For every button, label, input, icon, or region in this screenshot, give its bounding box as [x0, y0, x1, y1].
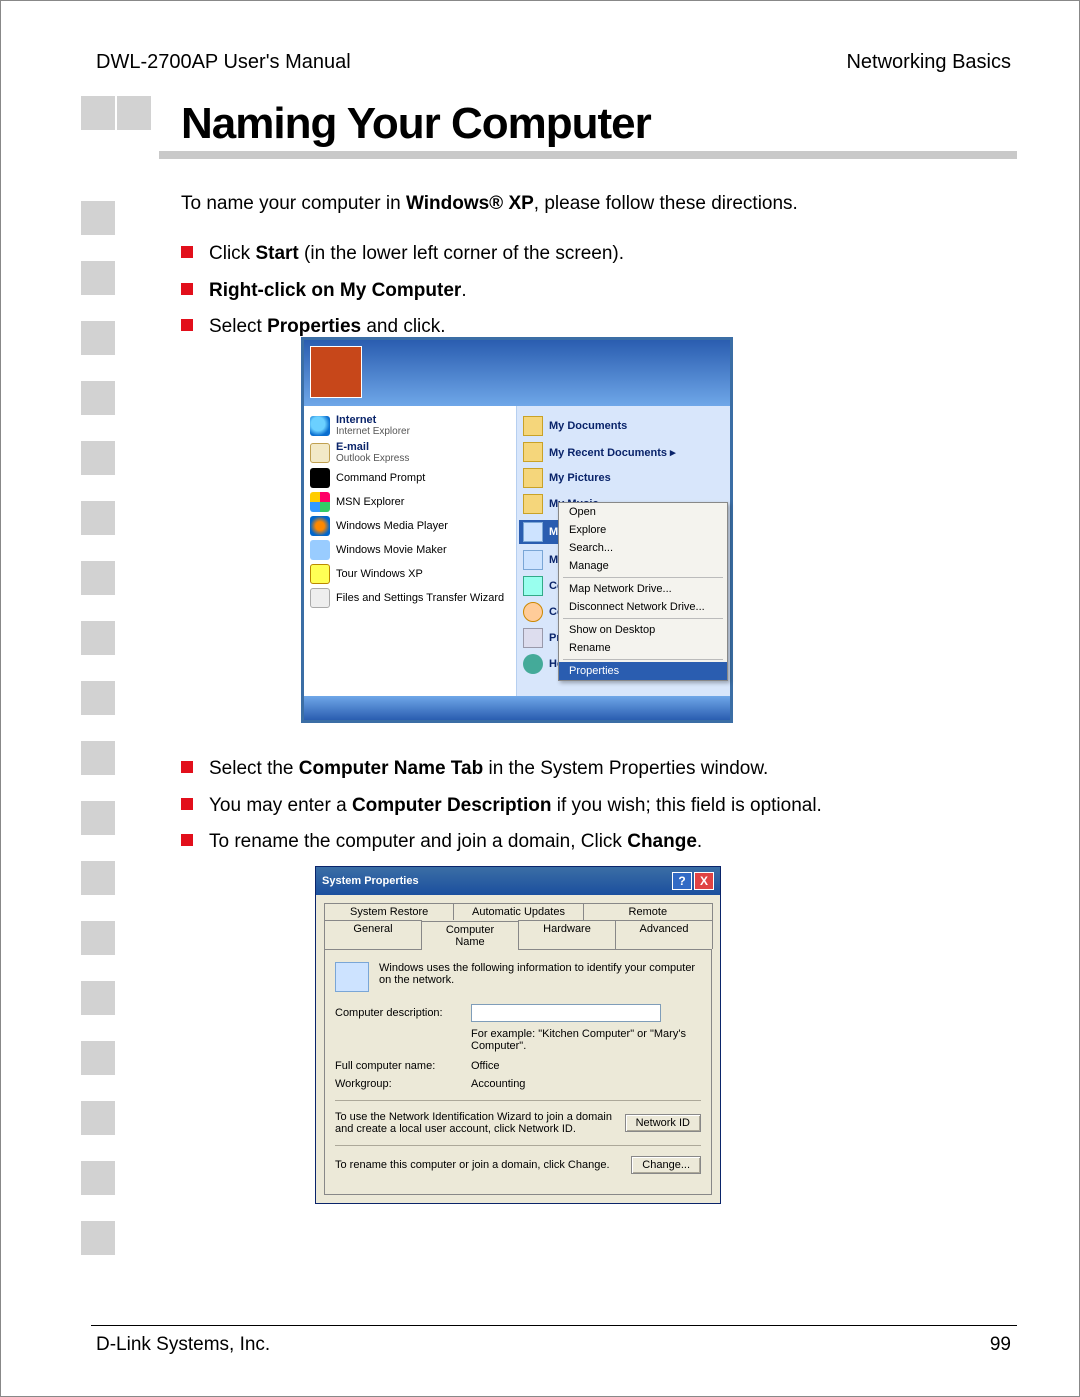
list-item: Select the Computer Name Tab in the Syst… — [181, 756, 822, 783]
context-menu: OpenExploreSearch...Manage Map Network Dr… — [558, 502, 728, 681]
instruction-list-2: Select the Computer Name Tab in the Syst… — [181, 746, 822, 866]
app-icon — [310, 443, 330, 463]
folder-icon — [523, 442, 543, 462]
window-title: System Properties — [322, 875, 419, 887]
change-button[interactable]: Change... — [631, 1156, 701, 1174]
start-menu-item[interactable]: Command Prompt — [310, 468, 510, 488]
list-item: Right-click on My Computer. — [181, 278, 624, 305]
close-button[interactable]: X — [694, 872, 714, 890]
start-menu-item[interactable]: MSN Explorer — [310, 492, 510, 512]
intro-text: To name your computer in Windows® XP, pl… — [181, 193, 798, 215]
tab[interactable]: Remote — [583, 903, 713, 920]
fullname-value: Office — [471, 1060, 500, 1072]
system-properties-figure: System Properties ? X System RestoreAuto… — [315, 866, 721, 1204]
folder-icon — [523, 522, 543, 542]
titlebar: System Properties ? X — [316, 867, 720, 895]
context-menu-item[interactable]: Disconnect Network Drive... — [559, 598, 727, 616]
description-label: Computer description: — [335, 1007, 463, 1019]
start-menu-item[interactable]: My Pictures — [523, 468, 724, 488]
tab[interactable]: General — [324, 920, 422, 949]
header-left: DWL-2700AP User's Manual — [96, 51, 351, 74]
folder-icon — [523, 468, 543, 488]
change-text: To rename this computer or join a domain… — [335, 1159, 621, 1171]
tab[interactable]: Automatic Updates — [453, 903, 583, 920]
start-menu-item[interactable]: My Documents — [523, 416, 724, 436]
context-menu-item[interactable]: Open — [559, 503, 727, 521]
app-icon — [310, 516, 330, 536]
start-menu-item[interactable]: Windows Media Player — [310, 516, 510, 536]
start-menu-item[interactable]: E-mailOutlook Express — [310, 441, 510, 464]
folder-icon — [523, 628, 543, 648]
header-right: Networking Basics — [846, 51, 1011, 74]
context-menu-item[interactable]: Explore — [559, 521, 727, 539]
start-menu-item[interactable]: InternetInternet Explorer — [310, 414, 510, 437]
workgroup-value: Accounting — [471, 1078, 525, 1090]
user-avatar-icon — [310, 346, 362, 398]
context-menu-item[interactable]: Manage — [559, 557, 727, 575]
list-item: You may enter a Computer Description if … — [181, 793, 822, 820]
tab-panel: Windows uses the following information t… — [324, 949, 712, 1195]
computer-icon — [335, 962, 369, 992]
context-menu-item[interactable]: Map Network Drive... — [559, 580, 727, 598]
app-icon — [310, 588, 330, 608]
folder-icon — [523, 654, 543, 674]
start-menu-footer — [304, 696, 730, 720]
instruction-list-1: Click Start (in the lower left corner of… — [181, 231, 624, 351]
start-menu-item[interactable]: Windows Movie Maker — [310, 540, 510, 560]
footer-rule — [91, 1325, 1017, 1326]
footer-left: D-Link Systems, Inc. — [96, 1334, 270, 1356]
page-number: 99 — [990, 1334, 1011, 1356]
app-icon — [310, 564, 330, 584]
start-menu-item[interactable]: My Recent Documents ▸ — [523, 442, 724, 462]
page-title: Naming Your Computer — [181, 99, 651, 149]
start-menu-item[interactable]: Tour Windows XP — [310, 564, 510, 584]
workgroup-label: Workgroup: — [335, 1078, 463, 1090]
info-text: Windows uses the following information t… — [379, 962, 701, 986]
fullname-label: Full computer name: — [335, 1060, 463, 1072]
folder-icon — [523, 602, 543, 622]
description-input[interactable] — [471, 1004, 661, 1022]
tabs: System RestoreAutomatic UpdatesRemote Ge… — [316, 895, 720, 949]
tab[interactable]: System Restore — [324, 903, 454, 920]
app-icon — [310, 416, 330, 436]
context-menu-item[interactable]: Search... — [559, 539, 727, 557]
title-underline — [81, 151, 1017, 159]
folder-icon — [523, 416, 543, 436]
folder-icon — [523, 494, 543, 514]
context-menu-item[interactable]: Properties — [559, 662, 727, 680]
decorative-squares-side — [81, 201, 115, 1281]
tab[interactable]: Computer Name — [421, 921, 519, 950]
networkid-text: To use the Network Identification Wizard… — [335, 1111, 615, 1135]
network-id-button[interactable]: Network ID — [625, 1114, 701, 1132]
folder-icon — [523, 576, 543, 596]
decorative-squares-top — [81, 96, 159, 145]
start-menu-left-pane: InternetInternet Explorer E-mailOutlook E… — [304, 406, 517, 696]
description-hint: For example: "Kitchen Computer" or "Mary… — [471, 1028, 701, 1052]
app-icon — [310, 540, 330, 560]
help-button[interactable]: ? — [672, 872, 692, 890]
app-icon — [310, 492, 330, 512]
start-menu-header — [304, 340, 730, 406]
list-item: Click Start (in the lower left corner of… — [181, 241, 624, 268]
tab[interactable]: Advanced — [615, 920, 713, 949]
tab[interactable]: Hardware — [518, 920, 616, 949]
list-item: To rename the computer and join a domain… — [181, 829, 822, 856]
start-menu-item[interactable]: Files and Settings Transfer Wizard — [310, 588, 510, 608]
app-icon — [310, 468, 330, 488]
start-menu-figure: InternetInternet Explorer E-mailOutlook E… — [301, 337, 733, 723]
context-menu-item[interactable]: Rename — [559, 639, 727, 657]
folder-icon — [523, 550, 543, 570]
context-menu-item[interactable]: Show on Desktop — [559, 621, 727, 639]
